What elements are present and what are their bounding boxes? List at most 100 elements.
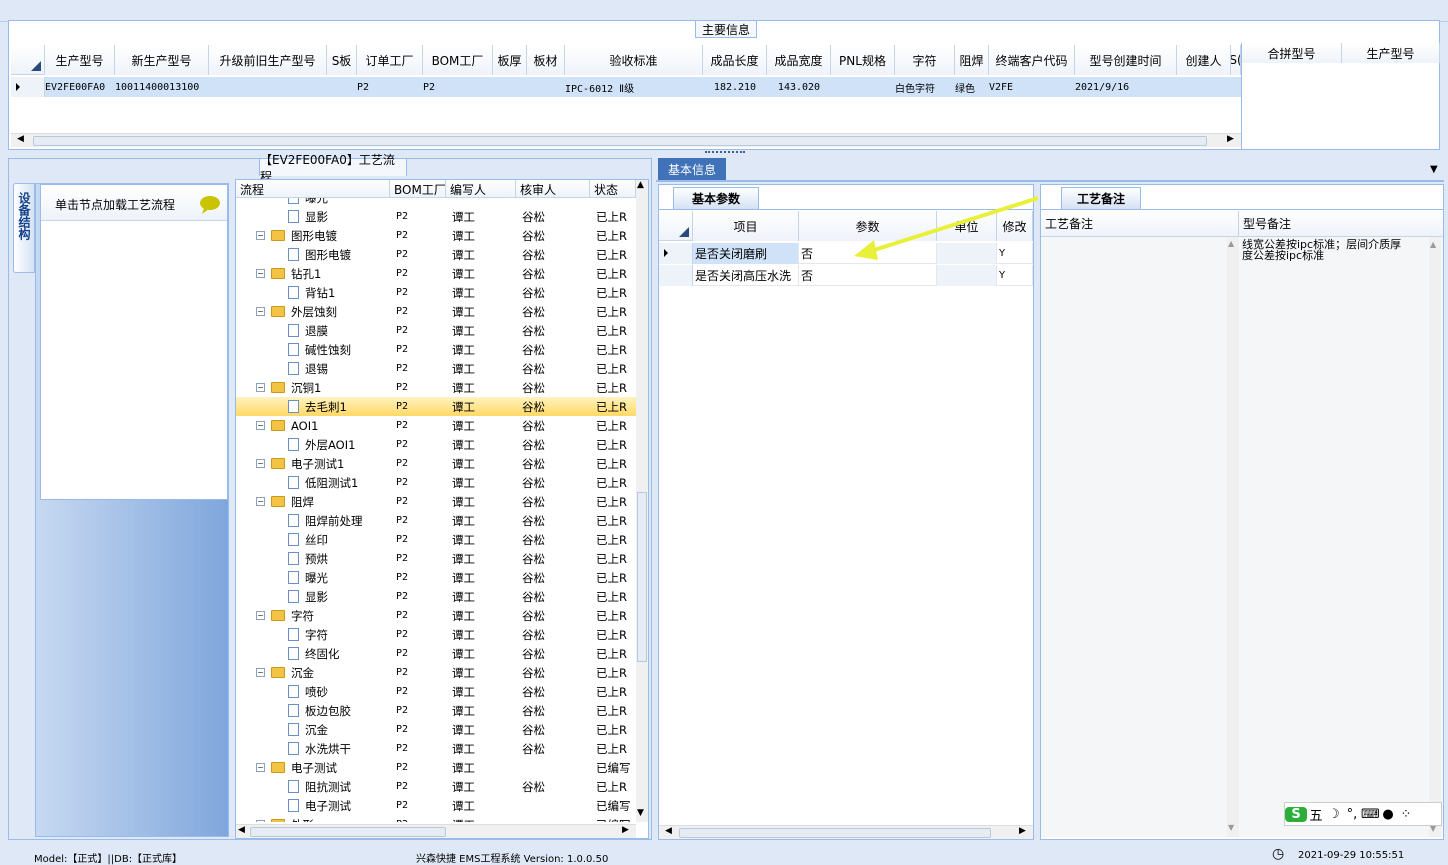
main-col-header[interactable]: PNL规格 — [831, 45, 895, 75]
tree-row[interactable]: 终固化 P2 谭工 谷松 已上R — [236, 644, 636, 663]
tree-row[interactable]: − AOI1 P2 谭工 谷松 已上R — [236, 416, 636, 435]
tree-row[interactable]: 背钻1 P2 谭工 谷松 已上R — [236, 283, 636, 302]
main-row-cell[interactable]: IPC-6012 Ⅱ级 — [565, 77, 703, 97]
params-cell-flag[interactable]: Y — [997, 265, 1033, 286]
collapse-icon[interactable]: − — [256, 421, 265, 430]
tree-node[interactable]: − 电子测试 — [236, 758, 390, 777]
tree-row[interactable]: 水洗烘干 P2 谭工 谷松 已上R — [236, 739, 636, 758]
tree-node[interactable]: − 沉金 — [236, 663, 390, 682]
tree-col-header[interactable]: 流程 — [236, 180, 390, 198]
params-cell-unit[interactable] — [937, 265, 997, 286]
tree-hscroll-thumb[interactable] — [250, 827, 446, 837]
vscroll-up-icon[interactable]: ▲ — [637, 180, 644, 190]
tree-node[interactable]: 字符 — [236, 625, 390, 644]
main-row-cell[interactable]: V2FE — [989, 77, 1075, 97]
params-corner[interactable] — [659, 211, 693, 241]
tree-node[interactable]: 丝印 — [236, 530, 390, 549]
main-col-header[interactable]: BOM工厂 — [423, 45, 493, 75]
params-hscroll[interactable]: ◀ ▶ — [659, 825, 1033, 839]
params-row-indicator[interactable] — [659, 243, 693, 264]
tree-scroll-left-icon[interactable]: ◀ — [238, 825, 245, 835]
main-row-cell[interactable] — [1177, 77, 1231, 97]
tree-row[interactable]: − 字符 P2 谭工 谷松 已上R — [236, 606, 636, 625]
tree-row[interactable]: 丝印 P2 谭工 谷松 已上R — [236, 530, 636, 549]
main-col-header[interactable]: S板 — [327, 45, 357, 75]
params-scroll-right-icon[interactable]: ▶ — [1019, 826, 1026, 836]
main-col-header[interactable]: 阻焊 — [955, 45, 989, 75]
tree-row[interactable]: 退膜 P2 谭工 谷松 已上R — [236, 321, 636, 340]
main-col-header[interactable]: 新生产型号 — [115, 45, 209, 75]
ime-toolbar[interactable]: S 五 ☽ °, ⌨ ● ⁘ — [1284, 802, 1442, 826]
params-row[interactable]: 是否关闭高压水洗否 Y — [659, 265, 1033, 286]
tree-node[interactable]: 碱性蚀刻 — [236, 340, 390, 359]
tree-node[interactable]: 退锡 — [236, 359, 390, 378]
tree-col-header[interactable]: BOM工厂 — [390, 180, 446, 198]
collapse-icon[interactable]: − — [256, 668, 265, 677]
main-row-cell[interactable] — [527, 77, 565, 97]
moon-icon[interactable]: ☽ — [1325, 807, 1343, 822]
side-col-merge-model[interactable]: 合拼型号 — [1242, 43, 1342, 63]
scroll-left-arrow-icon[interactable]: ◀ — [17, 134, 24, 144]
main-col-header[interactable]: 板厚 — [493, 45, 527, 75]
main-col-header[interactable]: 成品长度 — [703, 45, 767, 75]
tree-node[interactable]: 终固化 — [236, 644, 390, 663]
punctuation-icon[interactable]: °, — [1343, 807, 1361, 822]
tree-row[interactable]: − 外层蚀刻 P2 谭工 谷松 已上R — [236, 302, 636, 321]
tree-vscroll[interactable]: ▲ ▼ — [636, 180, 648, 822]
tree-row[interactable]: − 电子测试1 P2 谭工 谷松 已上R — [236, 454, 636, 473]
splitter-handle[interactable] — [705, 151, 745, 155]
collapse-icon[interactable]: − — [256, 763, 265, 772]
model-remark-header[interactable]: 型号备注 — [1239, 211, 1443, 237]
tree-row[interactable]: − 电子测试 P2 谭工 已编写 — [236, 758, 636, 777]
model-remark-vscroll[interactable]: ▲ ▼ — [1429, 237, 1441, 837]
grid-corner[interactable] — [11, 45, 45, 75]
tree-node[interactable]: 沉金 — [236, 720, 390, 739]
main-col-header[interactable]: 验收标准 — [565, 45, 703, 75]
params-scroll-left-icon[interactable]: ◀ — [665, 826, 672, 836]
equipment-structure-tab[interactable]: 设备结构 — [13, 183, 35, 273]
tree-node[interactable]: 退膜 — [236, 321, 390, 340]
tree-row[interactable]: − 钻孔1 P2 谭工 谷松 已上R — [236, 264, 636, 283]
tree-node[interactable]: 显影 — [236, 207, 390, 226]
scroll-thumb[interactable] — [33, 136, 1207, 146]
grid-icon[interactable]: ⁘ — [1397, 807, 1415, 822]
tree-row[interactable]: − 外形 P2谭工 已编写 — [236, 815, 636, 822]
main-col-header[interactable]: 创建人 — [1177, 45, 1231, 75]
basic-info-tab[interactable]: 基本信息 — [658, 158, 726, 180]
collapse-icon[interactable]: − — [256, 497, 265, 506]
process-remark-text[interactable]: ▲ ▼ — [1041, 237, 1239, 837]
main-info-row[interactable]: EV2FE00FA0 10011400013100 P2 P2 IPC-6012 Ⅱ级 1… — [45, 77, 1241, 97]
tree-row[interactable]: 低阻测试1 P2 谭工 谷松 已上R — [236, 473, 636, 492]
tree-row[interactable]: 显影 P2 谭工 谷松 已上R — [236, 587, 636, 606]
main-col-header[interactable]: 升级前旧生产型号 — [209, 45, 327, 75]
main-row-cell[interactable]: 绿色 — [955, 77, 989, 97]
tree-node[interactable]: 低阻测试1 — [236, 473, 390, 492]
collapse-icon[interactable]: − — [256, 307, 265, 316]
remark-scroll-down-icon[interactable]: ▼ — [1228, 823, 1234, 832]
tree-col-header[interactable]: 状态 — [590, 180, 636, 198]
tree-row[interactable]: 曝光 P2 谭工 谷松 已上R — [236, 568, 636, 587]
tree-node[interactable]: 曝光 — [236, 198, 390, 207]
tree-node[interactable]: − 外层蚀刻 — [236, 302, 390, 321]
ime-logo-icon[interactable]: S — [1285, 806, 1307, 822]
tree-col-header[interactable]: 核审人 — [516, 180, 590, 198]
tree-row[interactable]: 阻焊前处理 P2 谭工 谷松 已上R — [236, 511, 636, 530]
basic-params-tab[interactable]: 基本参数 — [673, 187, 759, 209]
tree-row[interactable]: 电子测试 P2 谭工 已编写 — [236, 796, 636, 815]
tree-node[interactable]: 电子测试 — [236, 796, 390, 815]
main-row-cell[interactable] — [831, 77, 895, 97]
tree-node[interactable]: 图形电镀 — [236, 245, 390, 264]
params-cell-item[interactable]: 是否关闭磨刷 — [693, 243, 799, 264]
model-remark-text[interactable]: 线宽公差按ipc标准；层间介质厚 度公差按ipc标准 ▲ ▼ — [1239, 237, 1443, 837]
tree-row[interactable]: 喷砂 P2 谭工 谷松 已上R — [236, 682, 636, 701]
main-row-cell[interactable]: 182.210 — [703, 77, 767, 97]
collapse-icon[interactable]: − — [256, 269, 265, 278]
remark-scroll-up-icon[interactable]: ▲ — [1228, 239, 1234, 248]
main-col-header[interactable]: 订单工厂 — [357, 45, 423, 75]
params-hscroll-thumb[interactable] — [679, 828, 991, 838]
main-col-header[interactable]: 字符 — [895, 45, 955, 75]
main-col-header[interactable]: 生产型号 — [45, 45, 115, 75]
tree-row[interactable]: − 沉铜1 P2 谭工 谷松 已上R — [236, 378, 636, 397]
main-row-cell[interactable]: EV2FE00FA0 — [45, 77, 115, 97]
tree-row[interactable]: 外层AOI1 P2 谭工 谷松 已上R — [236, 435, 636, 454]
